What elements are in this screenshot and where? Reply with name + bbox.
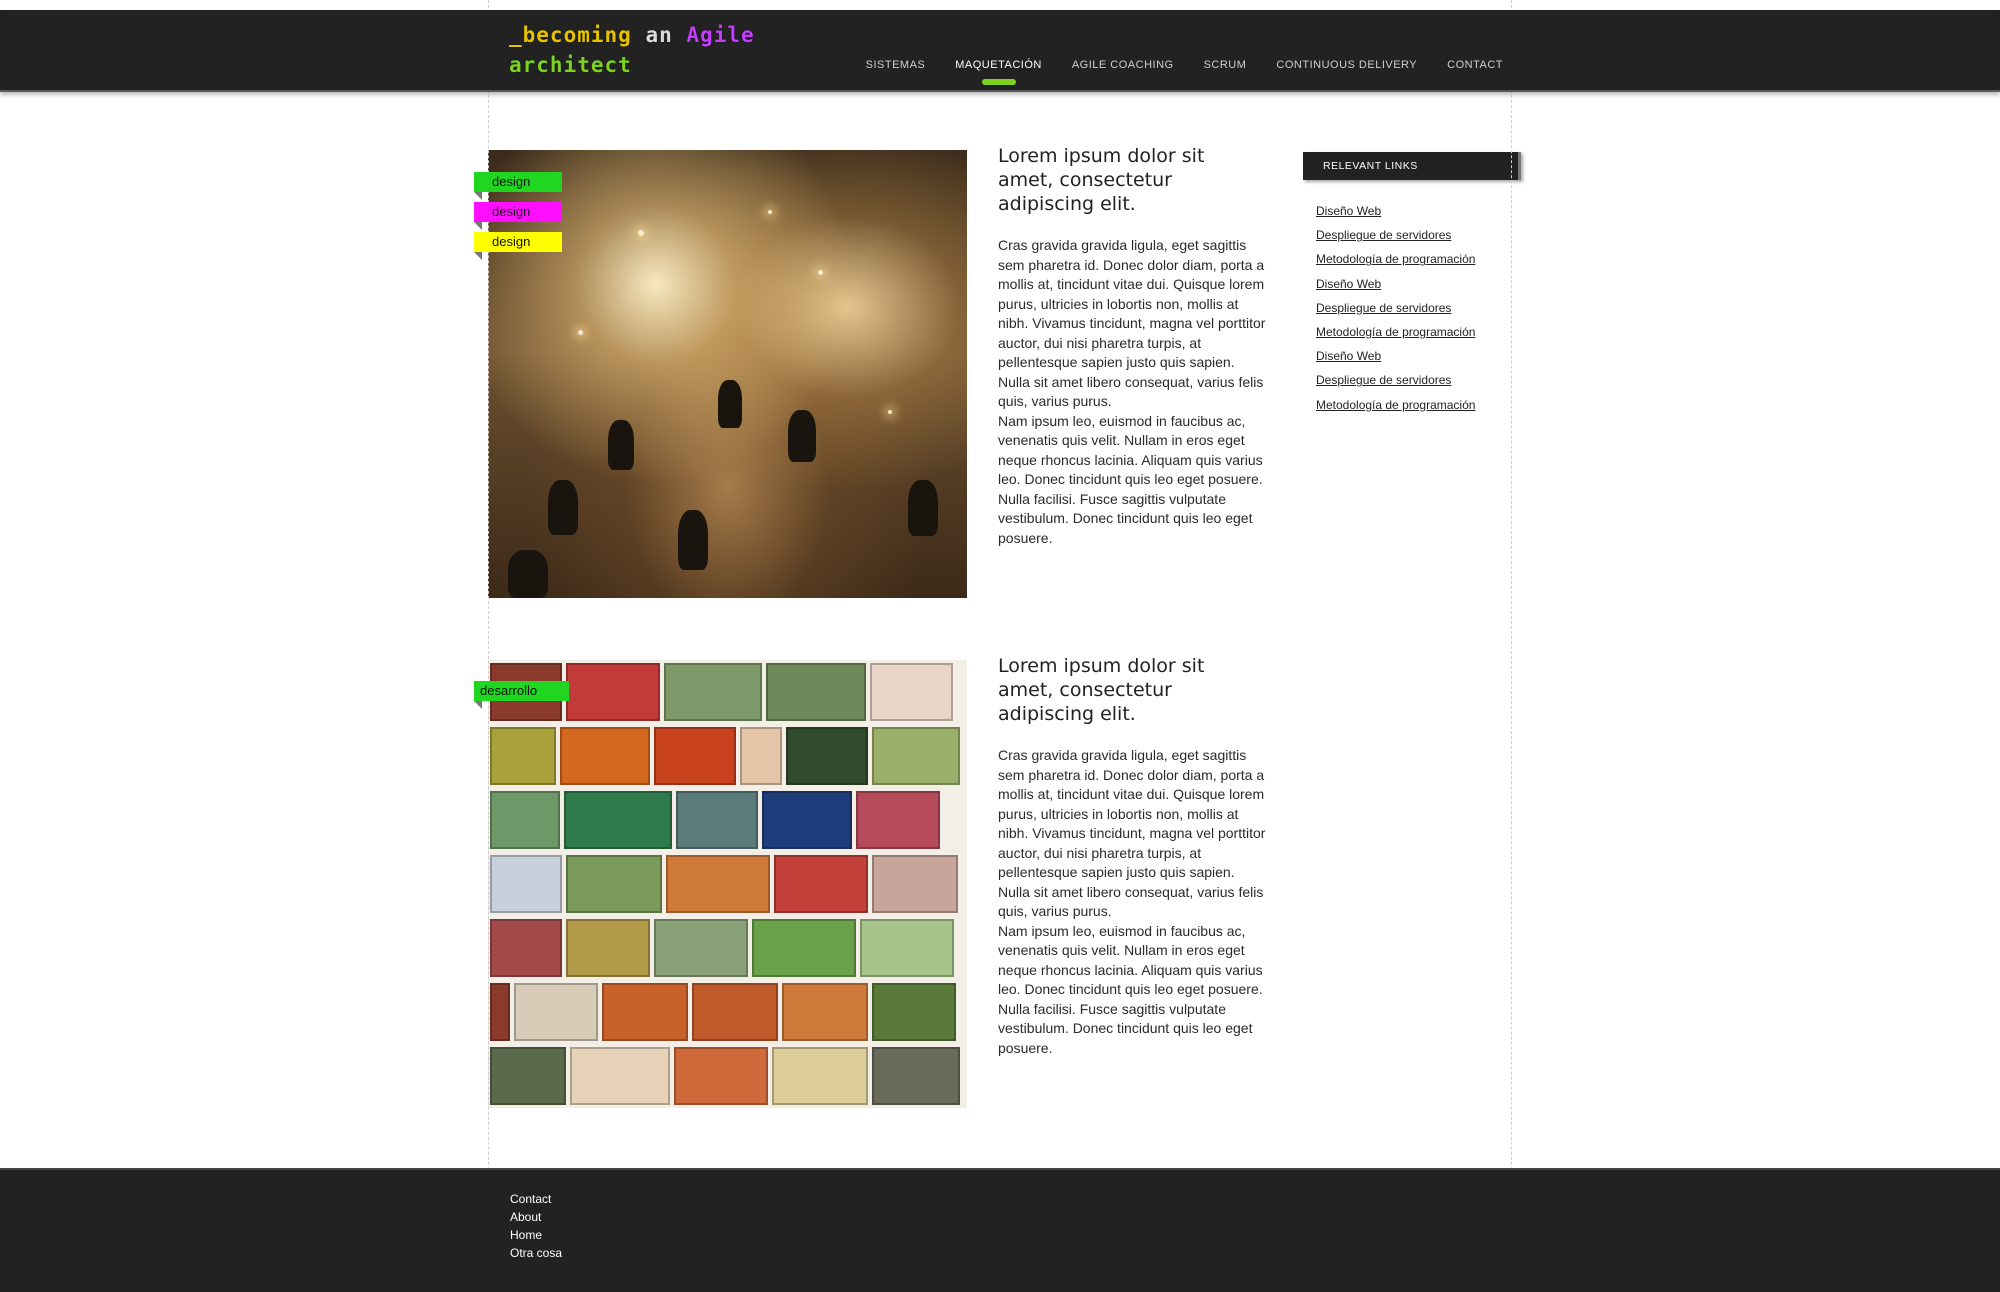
- image-detail-figure: [548, 480, 578, 535]
- image-detail-banknote: [560, 727, 650, 785]
- nav-maquetacion-label: MAQUETACIÓN: [955, 59, 1042, 71]
- site-logo[interactable]: _becoming an Agile architect: [509, 20, 769, 80]
- image-detail-banknote: [570, 1047, 670, 1105]
- right-guide-line: [1511, 0, 1512, 1290]
- tag-desarrollo[interactable]: desarrollo: [474, 681, 569, 709]
- image-detail-figure: [608, 420, 634, 470]
- image-detail-spark: [888, 410, 892, 414]
- image-detail-banknote: [490, 919, 562, 977]
- nav-agile-coaching[interactable]: AGILE COACHING: [1072, 59, 1174, 71]
- left-guide-line: [488, 0, 489, 1290]
- logo-word-architect: architect: [509, 53, 632, 77]
- image-detail-banknote: [490, 791, 560, 849]
- footer-link-about[interactable]: About: [510, 1208, 562, 1226]
- image-detail-banknote: [774, 855, 868, 913]
- image-detail-figure: [508, 550, 548, 598]
- image-detail-banknote: [602, 983, 688, 1041]
- image-detail-figure: [678, 510, 708, 570]
- image-detail-banknote: [692, 983, 778, 1041]
- sidebar-link-metodologia[interactable]: Metodología de programación: [1316, 320, 1475, 344]
- image-detail-banknote: [772, 1047, 868, 1105]
- image-detail-banknote: [566, 663, 660, 721]
- image-detail-banknote: [860, 919, 954, 977]
- footer-link-otra-cosa[interactable]: Otra cosa: [510, 1244, 562, 1262]
- sidebar-link-despliegue[interactable]: Despliegue de servidores: [1316, 296, 1475, 320]
- sidebar-links: Diseño Web Despliegue de servidores Meto…: [1316, 199, 1475, 417]
- image-detail-banknote: [654, 919, 748, 977]
- sidebar-link-diseno-web[interactable]: Diseño Web: [1316, 199, 1475, 223]
- image-detail-banknote: [856, 791, 940, 849]
- image-detail-banknote: [740, 727, 782, 785]
- image-detail-banknote: [566, 919, 650, 977]
- post-paragraph: Cras gravida gravida ligula, eget sagitt…: [998, 237, 1266, 409]
- image-detail-banknote: [872, 983, 956, 1041]
- image-detail-banknote: [766, 663, 866, 721]
- image-detail-banknote: [654, 727, 736, 785]
- sidebar-link-metodologia[interactable]: Metodología de programación: [1316, 393, 1475, 417]
- image-detail-banknote: [666, 855, 770, 913]
- footer-link-home[interactable]: Home: [510, 1226, 562, 1244]
- image-detail-banknote: [490, 983, 510, 1041]
- image-detail-banknote: [786, 727, 868, 785]
- image-detail-banknote: [664, 663, 762, 721]
- post-paragraph: Nam ipsum leo, euismod in faucibus ac, v…: [998, 922, 1263, 998]
- site-header: _becoming an Agile architect SISTEMAS MA…: [0, 10, 2000, 92]
- image-detail-figure: [718, 380, 742, 428]
- active-nav-indicator: [981, 79, 1016, 85]
- image-detail-spark: [638, 230, 644, 236]
- image-detail-banknote: [752, 919, 856, 977]
- image-detail-banknote: [872, 855, 958, 913]
- nav-sistemas[interactable]: SISTEMAS: [866, 59, 926, 71]
- post-paragraph: Nam ipsum leo, euismod in faucibus ac, v…: [998, 412, 1263, 488]
- footer-link-contact[interactable]: Contact: [510, 1190, 562, 1208]
- main-nav: SISTEMAS MAQUETACIÓN AGILE COACHING SCRU…: [836, 59, 1503, 85]
- image-detail-spark: [818, 270, 823, 275]
- sidebar-link-despliegue[interactable]: Despliegue de servidores: [1316, 368, 1475, 392]
- image-detail-figure: [788, 410, 816, 462]
- image-detail-banknote: [872, 1047, 960, 1105]
- sidebar-link-metodologia[interactable]: Metodología de programación: [1316, 247, 1475, 271]
- nav-continuous-delivery[interactable]: CONTINUOUS DELIVERY: [1276, 59, 1417, 71]
- image-detail-banknote: [872, 727, 960, 785]
- post-paragraph: Cras gravida gravida ligula, eget sagitt…: [998, 747, 1266, 919]
- image-detail-banknote: [676, 791, 758, 849]
- sidebar-link-diseno-web[interactable]: Diseño Web: [1316, 344, 1475, 368]
- site-footer: Contact About Home Otra cosa: [0, 1168, 2000, 1292]
- post-image-banknotes[interactable]: [488, 660, 967, 1108]
- image-detail-banknote: [564, 791, 672, 849]
- image-detail-banknote: [566, 855, 662, 913]
- sidebar-heading: RELEVANT LINKS: [1303, 152, 1521, 180]
- image-detail-banknote: [490, 855, 562, 913]
- tag-design-green[interactable]: design: [474, 172, 562, 200]
- image-detail-banknote: [870, 663, 953, 721]
- post-paragraph: Nulla facilisi. Fusce sagittis vulputate…: [998, 1000, 1253, 1056]
- image-detail-banknote: [782, 983, 868, 1041]
- nav-scrum[interactable]: SCRUM: [1204, 59, 1247, 71]
- post-body: Cras gravida gravida ligula, eget sagitt…: [998, 236, 1270, 548]
- footer-links: Contact About Home Otra cosa: [510, 1190, 562, 1262]
- image-detail-spark: [578, 330, 583, 335]
- post-paragraph: Nulla facilisi. Fusce sagittis vulputate…: [998, 490, 1253, 546]
- logo-word-becoming: _becoming: [509, 23, 632, 47]
- logo-word-agile: Agile: [686, 23, 755, 47]
- image-detail-banknote: [490, 1047, 566, 1105]
- image-detail-figure: [908, 480, 938, 536]
- image-detail-spark: [768, 210, 772, 214]
- image-detail-banknote: [674, 1047, 768, 1105]
- image-detail-banknote: [514, 983, 598, 1041]
- tag-design-pink[interactable]: design: [474, 202, 562, 230]
- nav-maquetacion[interactable]: MAQUETACIÓN: [955, 59, 1042, 85]
- sidebar-link-diseno-web[interactable]: Diseño Web: [1316, 272, 1475, 296]
- sidebar-link-despliegue[interactable]: Despliegue de servidores: [1316, 223, 1475, 247]
- post-title[interactable]: Lorem ipsum dolor sit amet, consectetur …: [998, 654, 1258, 726]
- nav-contact[interactable]: CONTACT: [1447, 59, 1503, 71]
- image-detail-banknote: [762, 791, 852, 849]
- logo-word-an: an: [645, 23, 673, 47]
- image-detail-banknote: [490, 727, 556, 785]
- tag-design-yellow[interactable]: design: [474, 232, 562, 260]
- post-title[interactable]: Lorem ipsum dolor sit amet, consectetur …: [998, 144, 1258, 216]
- post-body: Cras gravida gravida ligula, eget sagitt…: [998, 746, 1270, 1058]
